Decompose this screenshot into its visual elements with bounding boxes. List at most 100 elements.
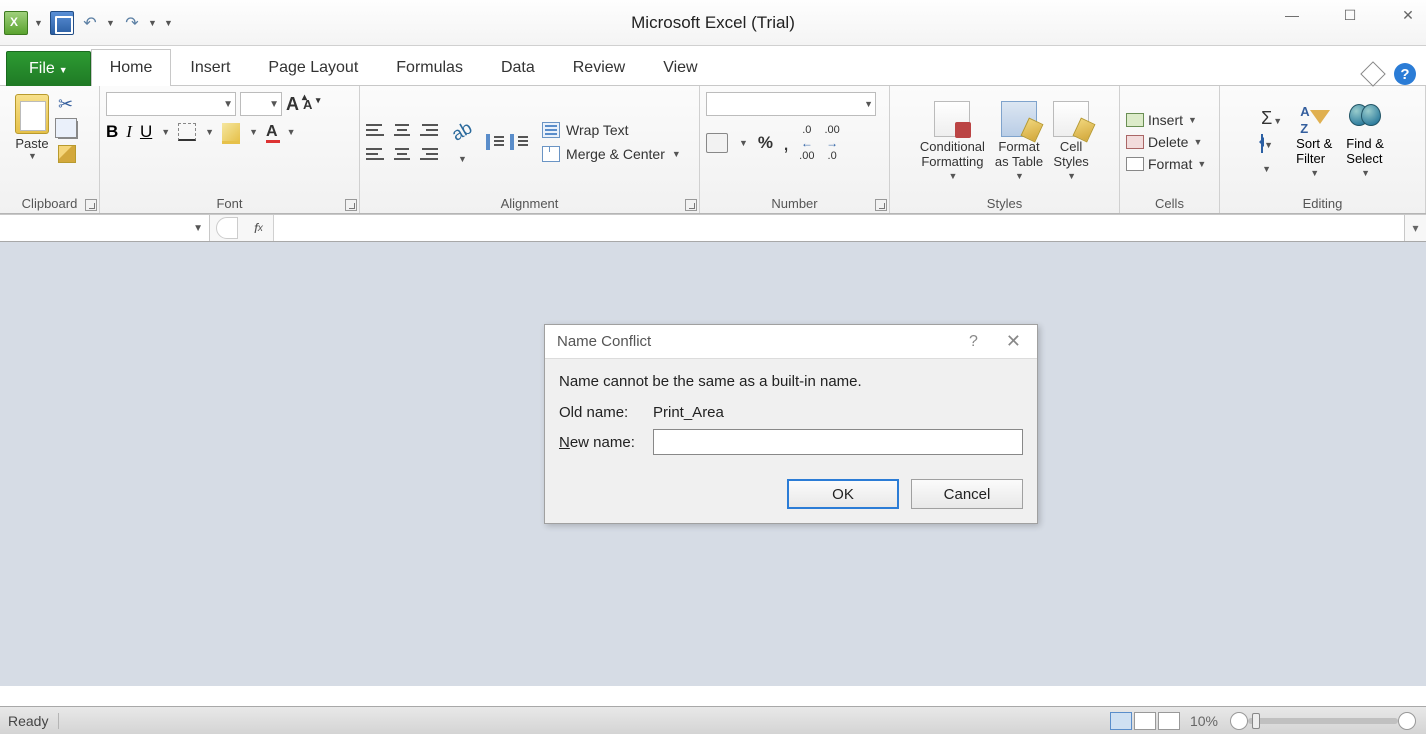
zoom-level[interactable]: 10% bbox=[1190, 713, 1218, 729]
undo-icon[interactable]: ↶ bbox=[80, 13, 100, 33]
alignment-dialog-launcher[interactable] bbox=[685, 199, 697, 211]
fill-color-button[interactable] bbox=[222, 123, 240, 141]
qat-customize-dropdown[interactable]: ▼ bbox=[164, 18, 174, 28]
sort-filter-button[interactable]: Sort & Filter▼ bbox=[1296, 104, 1332, 181]
collapse-ribbon-icon[interactable] bbox=[1360, 61, 1385, 86]
insert-cells-button[interactable]: Insert▼ bbox=[1126, 112, 1213, 128]
dialog-close-icon[interactable]: ✕ bbox=[986, 331, 1025, 352]
border-dropdown[interactable]: ▼ bbox=[205, 127, 214, 137]
decrease-decimal-icon[interactable]: .00→.0 bbox=[824, 124, 839, 162]
tab-file[interactable]: File▼ bbox=[6, 51, 91, 86]
conditional-formatting-button[interactable]: Conditional Formatting▼ bbox=[920, 101, 985, 184]
merge-center-button[interactable]: Merge & Center▼ bbox=[542, 146, 681, 162]
paste-dropdown[interactable]: ▼ bbox=[28, 151, 37, 161]
formula-input[interactable] bbox=[274, 215, 1404, 241]
cut-icon[interactable]: ✂ bbox=[58, 94, 78, 115]
cell-styles-button[interactable]: Cell Styles▼ bbox=[1053, 101, 1089, 184]
delete-cells-button[interactable]: Delete▼ bbox=[1126, 134, 1213, 150]
currency-icon[interactable] bbox=[706, 133, 728, 153]
font-color-button[interactable]: A bbox=[266, 123, 278, 141]
increase-indent-icon[interactable] bbox=[510, 134, 528, 150]
fx-icon[interactable]: fx bbox=[244, 215, 274, 241]
old-name-value: Print_Area bbox=[653, 404, 724, 421]
dialog-ok-button[interactable]: OK bbox=[787, 479, 899, 509]
view-page-break-icon[interactable] bbox=[1158, 712, 1180, 730]
align-left-icon[interactable] bbox=[366, 147, 386, 161]
minimize-button[interactable]: — bbox=[1278, 4, 1306, 26]
format-cells-button[interactable]: Format▼ bbox=[1126, 156, 1213, 172]
conditional-formatting-icon bbox=[934, 101, 970, 137]
tab-home[interactable]: Home bbox=[91, 49, 172, 86]
fill-color-dropdown[interactable]: ▼ bbox=[249, 127, 258, 137]
font-color-dropdown[interactable]: ▼ bbox=[287, 127, 296, 137]
merge-center-icon bbox=[542, 146, 560, 162]
bold-button[interactable]: B bbox=[106, 122, 118, 142]
number-dialog-launcher[interactable] bbox=[875, 199, 887, 211]
percent-icon[interactable]: % bbox=[758, 133, 773, 153]
group-label-editing: Editing bbox=[1226, 194, 1419, 213]
align-right-icon[interactable] bbox=[418, 147, 438, 161]
clear-button[interactable]: ▼ bbox=[1261, 159, 1282, 177]
number-format-combo[interactable]: ▼ bbox=[706, 92, 876, 116]
format-as-table-button[interactable]: Format as Table▼ bbox=[995, 101, 1043, 184]
tab-data[interactable]: Data bbox=[482, 49, 554, 86]
align-bottom-icon[interactable] bbox=[418, 123, 438, 137]
orientation-icon[interactable]: ab bbox=[448, 117, 476, 145]
align-top-icon[interactable] bbox=[366, 123, 386, 137]
maximize-button[interactable]: ☐ bbox=[1336, 4, 1364, 26]
dialog-help-icon[interactable]: ? bbox=[961, 333, 986, 351]
tab-insert[interactable]: Insert bbox=[171, 49, 249, 86]
worksheet-area[interactable]: Name Conflict ? ✕ Name cannot be the sam… bbox=[0, 242, 1426, 686]
close-button[interactable]: ✕ bbox=[1394, 4, 1422, 26]
font-dialog-launcher[interactable] bbox=[345, 199, 357, 211]
copy-icon[interactable] bbox=[58, 121, 78, 139]
redo-dropdown[interactable]: ▼ bbox=[148, 18, 158, 28]
tab-page-layout[interactable]: Page Layout bbox=[249, 49, 377, 86]
underline-button[interactable]: U bbox=[140, 122, 152, 142]
fill-button[interactable]: ▼ bbox=[1261, 135, 1282, 153]
border-button[interactable] bbox=[178, 123, 196, 141]
font-name-combo[interactable]: ▼ bbox=[106, 92, 236, 116]
comma-style-icon[interactable]: , bbox=[783, 138, 789, 148]
help-icon[interactable]: ? bbox=[1394, 63, 1416, 85]
paste-button[interactable]: Paste ▼ bbox=[6, 90, 58, 194]
name-box[interactable]: ▼ bbox=[0, 215, 210, 241]
format-painter-icon[interactable] bbox=[58, 145, 76, 163]
font-size-combo[interactable]: ▼ bbox=[240, 92, 282, 116]
dialog-titlebar[interactable]: Name Conflict ? ✕ bbox=[545, 325, 1037, 359]
formula-bar-expand[interactable]: ▾ bbox=[1404, 215, 1426, 241]
italic-button[interactable]: I bbox=[126, 122, 132, 142]
currency-dropdown[interactable]: ▼ bbox=[739, 138, 748, 148]
decrease-indent-icon[interactable] bbox=[486, 134, 504, 150]
redo-icon[interactable]: ↷ bbox=[122, 13, 142, 33]
excel-icon-dropdown[interactable]: ▼ bbox=[34, 18, 44, 28]
grow-font-icon[interactable]: A▴ bbox=[286, 94, 299, 115]
name-conflict-dialog: Name Conflict ? ✕ Name cannot be the sam… bbox=[544, 324, 1038, 524]
tab-review[interactable]: Review bbox=[554, 49, 644, 86]
find-select-icon bbox=[1349, 104, 1381, 136]
dialog-cancel-button[interactable]: Cancel bbox=[911, 479, 1023, 509]
new-name-input[interactable] bbox=[653, 429, 1023, 455]
tab-formulas[interactable]: Formulas bbox=[377, 49, 482, 86]
autosum-button[interactable]: Σ▼ bbox=[1261, 108, 1282, 129]
shrink-font-icon[interactable]: A▾ bbox=[303, 97, 312, 112]
clipboard-dialog-launcher[interactable] bbox=[85, 199, 97, 211]
wrap-text-button[interactable]: Wrap Text bbox=[542, 122, 681, 138]
view-page-layout-icon[interactable] bbox=[1134, 712, 1156, 730]
align-middle-icon[interactable] bbox=[392, 123, 412, 137]
undo-dropdown[interactable]: ▼ bbox=[106, 18, 116, 28]
underline-dropdown[interactable]: ▼ bbox=[161, 127, 170, 137]
find-select-button[interactable]: Find & Select▼ bbox=[1346, 104, 1384, 181]
group-number: ▼ ▼ % , .0←.00 .00→.0 Number bbox=[700, 86, 890, 213]
tab-view[interactable]: View bbox=[644, 49, 716, 86]
align-center-icon[interactable] bbox=[392, 147, 412, 161]
group-alignment: ab▼ Wrap Text Merge & Center▼ Alignment bbox=[360, 86, 700, 213]
excel-icon[interactable] bbox=[4, 11, 28, 35]
increase-decimal-icon[interactable]: .0←.00 bbox=[799, 124, 814, 162]
zoom-slider-thumb[interactable] bbox=[1252, 713, 1260, 729]
orientation-dropdown[interactable]: ▼ bbox=[458, 154, 467, 164]
name-box-handle[interactable] bbox=[216, 217, 238, 239]
save-icon[interactable] bbox=[50, 11, 74, 35]
view-normal-icon[interactable] bbox=[1110, 712, 1132, 730]
zoom-slider[interactable] bbox=[1248, 718, 1398, 724]
